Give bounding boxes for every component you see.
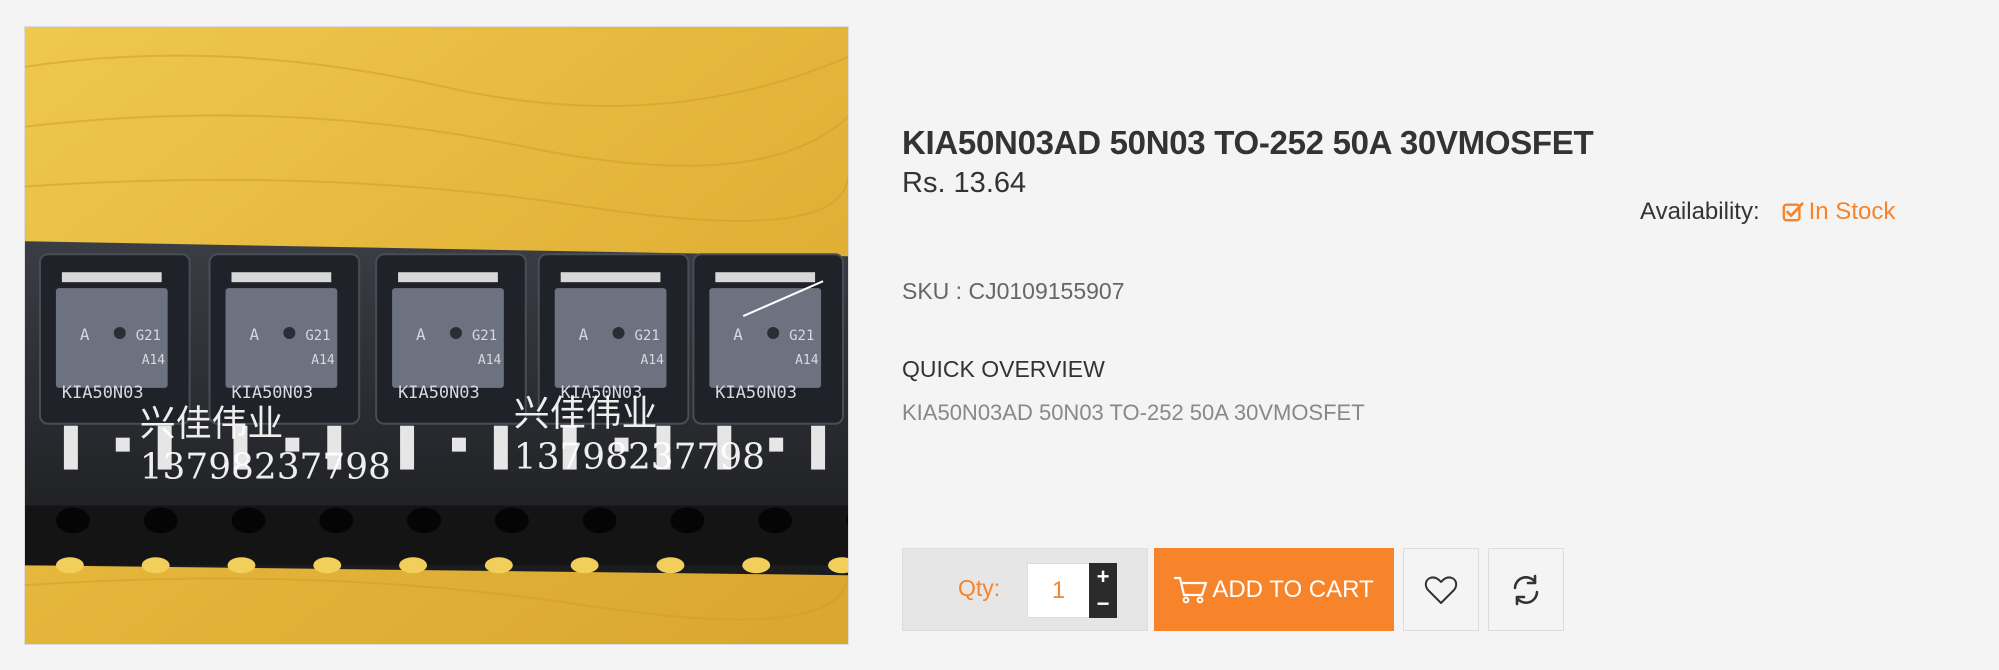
chip-marking: G21	[789, 328, 814, 344]
chip-marking: A	[416, 325, 426, 344]
watermark-name: 兴佳伟业	[140, 404, 284, 445]
chip-marking: G21	[635, 328, 660, 344]
chip-marking: KIA50N03	[62, 382, 144, 402]
chip-marking: G21	[136, 328, 161, 344]
stock-status-text: In Stock	[1808, 198, 1896, 225]
chip-lead	[451, 437, 466, 452]
availability-label: Availability:	[1640, 198, 1760, 225]
product-page: A G21 A14 KIA50N03 A G21 A14 KIA50N03 A G21 A14 KIA…	[0, 0, 1999, 670]
cart-icon	[1174, 576, 1208, 603]
quantity-box: Qty: + −	[902, 548, 1148, 631]
chip-lead	[115, 437, 130, 452]
chip-marking: A	[733, 325, 743, 344]
watermark-phone: 13798237798	[140, 447, 391, 488]
add-to-cart-label: ADD TO CART	[1212, 575, 1374, 603]
sku: SKU : CJ0109155907	[902, 278, 1125, 304]
stock-status: In Stock	[1782, 198, 1896, 226]
chip-tab	[715, 272, 816, 283]
sprocket-hole	[319, 507, 354, 534]
tape-gap	[227, 557, 256, 574]
chip-marking: A	[249, 325, 259, 344]
sprocket-hole	[231, 507, 266, 534]
chip-dot	[449, 327, 462, 339]
quick-overview-heading: QUICK OVERVIEW	[902, 356, 1105, 382]
product-image[interactable]: A G21 A14 KIA50N03 A G21 A14 KIA50N03 A G21 A14 KIA…	[24, 26, 849, 645]
chip-marking: A	[579, 325, 589, 344]
chip-tab	[398, 272, 498, 283]
tape-gap	[484, 557, 513, 574]
plus-icon[interactable]: +	[1089, 563, 1117, 591]
availability: Availability: In Stock	[1640, 198, 1895, 226]
wishlist-button[interactable]	[1403, 548, 1479, 631]
chip-tab	[231, 272, 332, 283]
chip-tab	[61, 272, 162, 283]
chip-marking: A14	[142, 353, 166, 368]
chip-marking: A14	[311, 353, 335, 368]
chip-lead	[769, 437, 784, 452]
quick-overview-text: KIA50N03AD 50N03 TO-252 50A 30VMOSFET	[902, 400, 1365, 425]
chip-lead	[811, 425, 826, 470]
chip-lead	[63, 425, 78, 470]
chip-dot	[767, 327, 780, 339]
chip-dot	[283, 327, 296, 339]
chip-marking: KIA50N03	[715, 382, 797, 402]
watermark-phone: 13798237798	[514, 437, 765, 478]
chip-marking: G21	[305, 328, 330, 344]
watermark-name: 兴佳伟业	[514, 394, 658, 435]
chip-marking: KIA50N03	[398, 382, 480, 402]
quantity-input[interactable]	[1027, 563, 1089, 618]
tape-gap	[313, 557, 342, 574]
check-square-icon	[1782, 202, 1804, 222]
sprocket-hole	[670, 507, 705, 534]
product-photo: A G21 A14 KIA50N03 A G21 A14 KIA50N03 A G21 A14 KIA…	[25, 27, 848, 644]
qty-label: Qty:	[958, 575, 1001, 601]
sprocket-hole	[758, 507, 793, 534]
chip-dot	[113, 327, 126, 339]
tape-gap	[141, 557, 170, 574]
tape-gap	[570, 557, 599, 574]
refresh-icon	[1513, 574, 1539, 605]
chip-marking: KIA50N03	[231, 382, 313, 402]
chip-lead	[400, 425, 415, 470]
chip-marking: A14	[478, 353, 502, 368]
chip-marking: A14	[795, 353, 819, 368]
chip-dot	[612, 327, 625, 339]
chip-marking: A14	[641, 353, 665, 368]
chip-tab	[560, 272, 661, 283]
chip-marking: G21	[472, 328, 497, 344]
quantity-stepper: + −	[1089, 563, 1117, 618]
tape-gap	[742, 557, 771, 574]
minus-icon[interactable]: −	[1089, 591, 1117, 619]
sprocket-hole	[143, 507, 178, 534]
tape-gap	[55, 557, 84, 574]
sprocket-hole	[582, 507, 617, 534]
sprocket-hole	[55, 507, 90, 534]
tape-gap	[656, 557, 685, 574]
sprocket-hole	[494, 507, 529, 534]
product-price: Rs. 13.64	[902, 167, 1027, 199]
chip-marking: A	[80, 325, 90, 344]
heart-icon	[1424, 576, 1458, 604]
product-title: KIA50N03AD 50N03 TO-252 50A 30VMOSFET	[902, 124, 1594, 161]
add-to-cart-button[interactable]: ADD TO CART	[1154, 548, 1394, 631]
tape-gap	[399, 557, 428, 574]
chip-lead	[493, 425, 508, 470]
sprocket-hole	[407, 507, 441, 534]
compare-button[interactable]	[1488, 548, 1564, 631]
